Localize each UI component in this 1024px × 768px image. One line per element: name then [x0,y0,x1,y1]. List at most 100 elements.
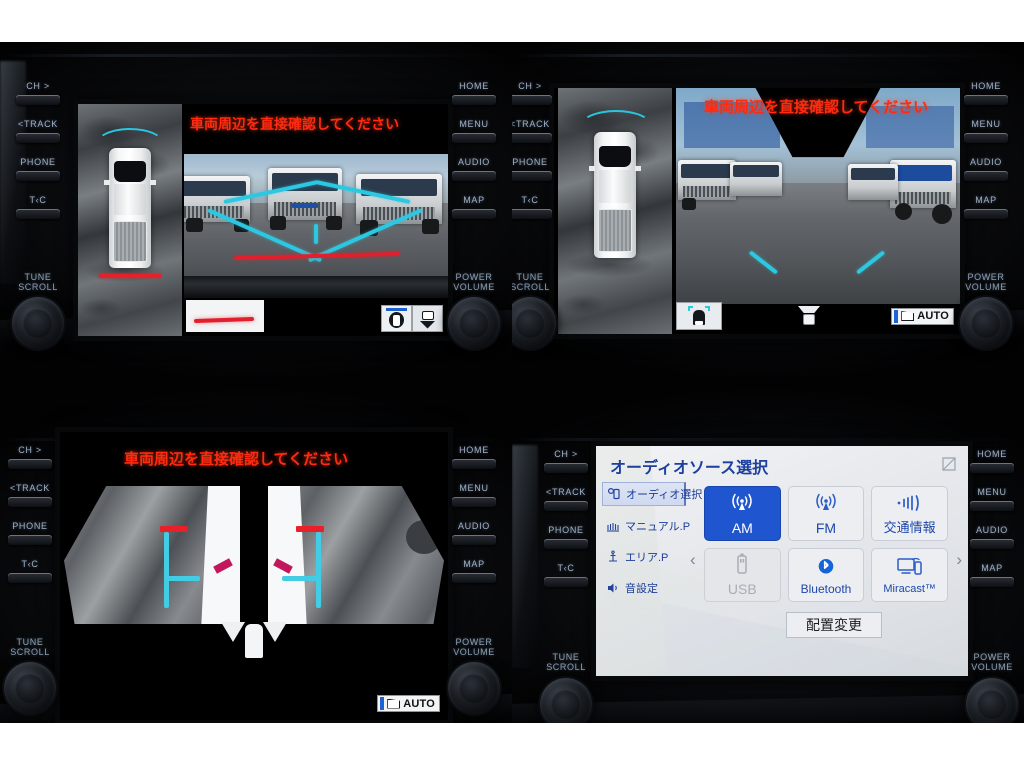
talk-cancel-button[interactable]: T‹C [0,559,64,584]
phone-button[interactable]: PHONE [512,157,564,181]
sidebar-item-sound-settings[interactable]: 音設定 [602,577,686,599]
tune-scroll-knob[interactable] [4,662,56,715]
home-button[interactable]: HOME [958,449,1024,474]
ch-up-button[interactable]: CH > [532,449,600,474]
tile-usb[interactable]: USB [704,547,781,602]
audio-button[interactable]: AUDIO [440,521,508,546]
tune-scroll-knob-group[interactable]: TUNE SCROLL [4,637,56,715]
map-key[interactable] [452,208,496,219]
ch-up-key[interactable] [16,94,60,105]
tune-scroll-knob[interactable] [512,297,556,350]
phone-key[interactable] [512,170,552,181]
power-volume-knob-group[interactable]: POWER VOLUME [448,272,500,350]
tile-bluetooth[interactable]: Bluetooth [787,547,865,602]
power-volume-knob-group[interactable]: POWER VOLUME [960,272,1012,350]
menu-button[interactable]: MENU [952,119,1020,143]
power-volume-knob[interactable] [960,297,1012,350]
power-volume-knob-group[interactable]: POWER VOLUME [448,637,500,715]
home-button[interactable]: HOME [952,81,1020,105]
phone-button[interactable]: PHONE [0,521,64,546]
panoramic-view-icon[interactable] [381,305,412,332]
talk-cancel-key[interactable] [512,208,552,219]
tune-scroll-knob-group[interactable]: TUNE SCROLL [540,652,592,730]
home-key[interactable] [970,463,1014,474]
track-back-key[interactable] [512,132,552,143]
map-key[interactable] [970,577,1014,588]
auto-badge[interactable]: AUTO [377,695,440,712]
map-button[interactable]: MAP [440,559,508,584]
power-volume-knob-group[interactable]: POWER VOLUME [966,652,1018,730]
power-volume-knob[interactable] [448,662,500,715]
map-button[interactable]: MAP [958,563,1024,588]
rearrange-button[interactable]: 配置変更 [786,612,882,638]
menu-key[interactable] [970,501,1014,512]
audio-button[interactable]: AUDIO [958,525,1024,550]
wide-rear-view-icon[interactable] [676,302,722,330]
display-screen-bottom-right[interactable]: オーディオソース選択 オーディオ選択 マニュアル.P エリア.P 音設定 ‹ ›… [596,446,968,676]
ch-up-button[interactable]: CH > [4,81,72,105]
tune-scroll-knob-group[interactable]: TUNE SCROLL [12,272,64,350]
sidebar-item-manual-preset[interactable]: マニュアル.P [602,515,690,537]
tile-am[interactable]: AM [704,486,781,541]
map-key[interactable] [452,573,496,584]
audio-button[interactable]: AUDIO [440,157,508,181]
sidebar-item-area-preset[interactable]: エリア.P [602,546,686,568]
minimize-icon[interactable] [942,457,956,471]
track-back-key[interactable] [8,497,52,508]
narrow-rear-view-icon[interactable] [786,302,832,330]
home-key[interactable] [452,459,496,470]
tune-scroll-knob[interactable] [12,297,64,350]
display-screen-top-right[interactable]: 車両周辺を直接確認してください AUTO [554,88,960,334]
ch-up-key[interactable] [8,459,52,470]
menu-button[interactable]: MENU [440,119,508,143]
phone-key[interactable] [544,539,588,550]
display-screen-top-left[interactable]: 車両周辺を直接確認してください [78,104,448,336]
rear-view-icon[interactable] [412,305,443,332]
tune-scroll-knob-group[interactable]: TUNE SCROLL [512,272,556,350]
map-button[interactable]: MAP [440,195,508,219]
home-key[interactable] [964,94,1008,105]
tile-fm[interactable]: FM [787,486,865,541]
audio-button[interactable]: AUDIO [952,157,1020,181]
audio-key[interactable] [452,170,496,181]
phone-button[interactable]: PHONE [4,157,72,181]
page-prev-arrow[interactable]: ‹ [690,550,696,570]
ch-up-key[interactable] [512,94,552,105]
home-button[interactable]: HOME [440,445,508,470]
talk-cancel-button[interactable]: T‹C [4,195,72,219]
audio-key[interactable] [970,539,1014,550]
menu-key[interactable] [964,132,1008,143]
ch-up-button[interactable]: CH > [0,445,64,470]
phone-key[interactable] [16,170,60,181]
home-key[interactable] [452,94,496,105]
power-volume-knob[interactable] [448,297,500,350]
talk-cancel-key[interactable] [544,577,588,588]
track-back-key[interactable] [544,501,588,512]
phone-button[interactable]: PHONE [532,525,600,550]
ch-up-key[interactable] [544,463,588,474]
auto-badge[interactable]: AUTO [891,307,954,325]
map-key[interactable] [964,208,1008,219]
menu-button[interactable]: MENU [958,487,1024,512]
talk-cancel-button[interactable]: T‹C [532,563,600,588]
menu-button[interactable]: MENU [440,483,508,508]
audio-key[interactable] [452,535,496,546]
tile-traffic-info[interactable]: 交通情報 [871,486,948,541]
talk-cancel-key[interactable] [16,208,60,219]
track-back-button[interactable]: <TRACK [532,487,600,512]
home-button[interactable]: HOME [440,81,508,105]
audio-key[interactable] [964,170,1008,181]
tile-miracast[interactable]: Miracast™ [871,547,948,602]
menu-key[interactable] [452,497,496,508]
ch-up-button[interactable]: CH > [512,81,564,105]
track-back-button[interactable]: <TRACK [512,119,564,143]
talk-cancel-button[interactable]: T‹C [512,195,564,219]
power-volume-knob[interactable] [966,677,1018,730]
track-back-button[interactable]: <TRACK [0,483,64,508]
menu-key[interactable] [452,132,496,143]
tune-scroll-knob[interactable] [540,677,592,730]
talk-cancel-key[interactable] [8,573,52,584]
sidebar-item-audio-select[interactable]: オーディオ選択 [602,482,702,506]
track-back-key[interactable] [16,132,60,143]
map-button[interactable]: MAP [952,195,1020,219]
